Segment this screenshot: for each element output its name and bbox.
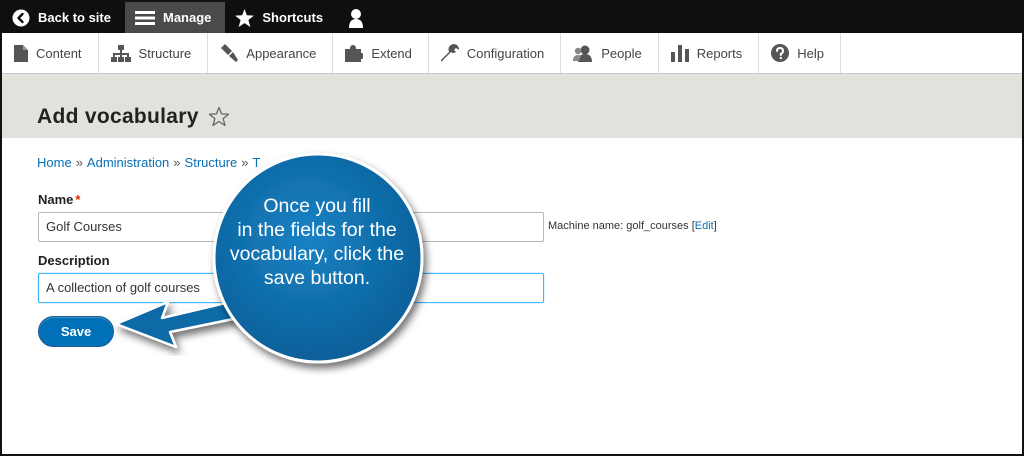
callout-line: Once you fill — [263, 195, 371, 217]
callout-line: save button. — [263, 267, 371, 289]
callout-text: Once you fill in the fields for the voca… — [216, 194, 418, 290]
callout-overlay — [114, 152, 424, 364]
callout-arrow — [114, 300, 240, 349]
callout-line: vocabulary, click the — [229, 243, 405, 265]
callout-line: in the fields for the — [237, 219, 397, 241]
